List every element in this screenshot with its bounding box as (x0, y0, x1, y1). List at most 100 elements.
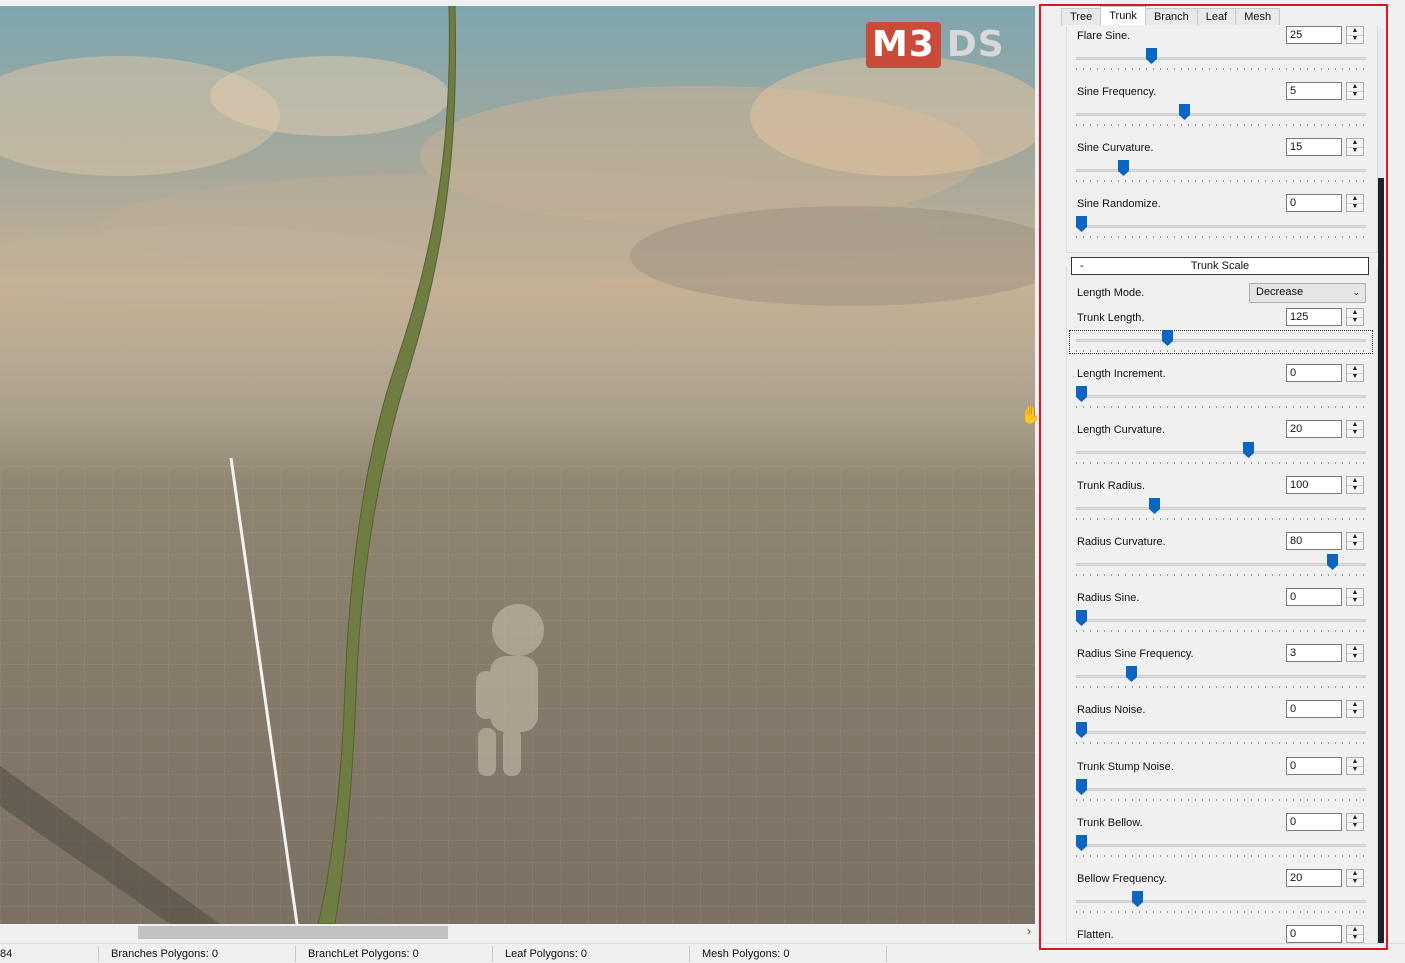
radius-sine-frequency-input[interactable]: 3 (1286, 644, 1342, 662)
length-curvature-input[interactable]: 20 (1286, 420, 1342, 438)
radius-sine-slider[interactable] (1076, 608, 1366, 636)
scroll-right-arrow-icon[interactable]: › (1027, 924, 1031, 938)
slider-track[interactable] (1076, 57, 1366, 60)
slider-thumb[interactable] (1076, 779, 1087, 795)
horizontal-scrollbar[interactable]: › (0, 924, 1035, 941)
tab-tree[interactable]: Tree (1061, 8, 1102, 25)
slider-thumb[interactable] (1162, 330, 1173, 346)
slider-thumb[interactable] (1076, 386, 1087, 402)
spin-down-icon[interactable]: ▼ (1347, 373, 1363, 381)
spin-down-icon[interactable]: ▼ (1347, 709, 1363, 717)
flatten-stepper[interactable]: ▲ ▼ (1346, 925, 1364, 943)
tab-leaf[interactable]: Leaf (1196, 8, 1237, 25)
slider-thumb[interactable] (1076, 722, 1087, 738)
trunk-radius-stepper[interactable]: ▲ ▼ (1346, 476, 1364, 494)
radius-noise-stepper[interactable]: ▲ ▼ (1346, 700, 1364, 718)
bellow-frequency-stepper[interactable]: ▲ ▼ (1346, 869, 1364, 887)
radius-sine-frequency-stepper[interactable]: ▲ ▼ (1346, 644, 1364, 662)
length-increment-slider[interactable] (1076, 384, 1366, 412)
radius-sine-frequency-slider[interactable] (1076, 664, 1366, 692)
spin-down-icon[interactable]: ▼ (1347, 934, 1363, 942)
slider-thumb[interactable] (1126, 666, 1137, 682)
sine-curvature-slider[interactable] (1076, 158, 1366, 186)
panel-scroll-thumb[interactable] (1378, 178, 1384, 948)
radius-noise-input[interactable]: 0 (1286, 700, 1342, 718)
slider-track[interactable] (1076, 339, 1366, 342)
slider-track[interactable] (1076, 788, 1366, 791)
slider-track[interactable] (1076, 619, 1366, 622)
sine-randomize-slider[interactable] (1076, 214, 1366, 242)
spin-down-icon[interactable]: ▼ (1347, 429, 1363, 437)
panel-scrollbar[interactable] (1378, 28, 1384, 948)
slider-track[interactable] (1076, 395, 1366, 398)
trunk-stump-noise-slider[interactable] (1076, 777, 1366, 805)
spin-down-icon[interactable]: ▼ (1347, 147, 1363, 155)
slider-thumb[interactable] (1146, 48, 1157, 64)
length-mode-select[interactable]: Decrease ⌄ (1249, 283, 1366, 303)
slider-track[interactable] (1076, 844, 1366, 847)
flare-sine-input[interactable]: 25 (1286, 26, 1342, 44)
trunk-bellow-stepper[interactable]: ▲ ▼ (1346, 813, 1364, 831)
spin-down-icon[interactable]: ▼ (1347, 653, 1363, 661)
trunk-radius-slider[interactable] (1076, 496, 1366, 524)
length-curvature-slider[interactable] (1076, 440, 1366, 468)
trunk-length-stepper[interactable]: ▲ ▼ (1346, 308, 1364, 326)
tab-branch[interactable]: Branch (1144, 8, 1198, 25)
spin-down-icon[interactable]: ▼ (1347, 878, 1363, 886)
slider-thumb[interactable] (1179, 104, 1190, 120)
slider-thumb[interactable] (1243, 442, 1254, 458)
flare-sine-stepper[interactable]: ▲ ▼ (1346, 26, 1364, 44)
slider-track[interactable] (1076, 731, 1366, 734)
spin-down-icon[interactable]: ▼ (1347, 766, 1363, 774)
radius-curvature-input[interactable]: 80 (1286, 532, 1342, 550)
sine-curvature-input[interactable]: 15 (1286, 138, 1342, 156)
spin-down-icon[interactable]: ▼ (1347, 203, 1363, 211)
slider-track[interactable] (1076, 507, 1366, 510)
spin-down-icon[interactable]: ▼ (1347, 317, 1363, 325)
sine-frequency-stepper[interactable]: ▲ ▼ (1346, 82, 1364, 100)
spin-down-icon[interactable]: ▼ (1347, 822, 1363, 830)
bellow-frequency-input[interactable]: 20 (1286, 869, 1342, 887)
slider-thumb[interactable] (1076, 216, 1087, 232)
radius-curvature-stepper[interactable]: ▲ ▼ (1346, 532, 1364, 550)
slider-track[interactable] (1076, 675, 1366, 678)
trunk-radius-input[interactable]: 100 (1286, 476, 1342, 494)
horizontal-scroll-thumb[interactable] (138, 926, 448, 939)
trunk-stump-noise-input[interactable]: 0 (1286, 757, 1342, 775)
spin-down-icon[interactable]: ▼ (1347, 485, 1363, 493)
tab-mesh[interactable]: Mesh (1235, 8, 1281, 25)
radius-sine-stepper[interactable]: ▲ ▼ (1346, 588, 1364, 606)
trunk-scale-header[interactable]: - Trunk Scale (1071, 257, 1369, 275)
bellow-frequency-slider[interactable] (1076, 889, 1366, 917)
trunk-length-slider[interactable] (1076, 328, 1366, 356)
sine-frequency-input[interactable]: 5 (1286, 82, 1342, 100)
slider-track[interactable] (1076, 451, 1366, 454)
slider-track[interactable] (1076, 113, 1366, 116)
slider-thumb[interactable] (1076, 610, 1087, 626)
spin-down-icon[interactable]: ▼ (1347, 541, 1363, 549)
sine-frequency-slider[interactable] (1076, 102, 1366, 130)
radius-curvature-slider[interactable] (1076, 552, 1366, 580)
slider-thumb[interactable] (1149, 498, 1160, 514)
slider-thumb[interactable] (1132, 891, 1143, 907)
radius-noise-slider[interactable] (1076, 720, 1366, 748)
spin-down-icon[interactable]: ▼ (1347, 35, 1363, 43)
trunk-bellow-slider[interactable] (1076, 833, 1366, 861)
tab-trunk[interactable]: Trunk (1100, 6, 1146, 25)
sine-randomize-stepper[interactable]: ▲ ▼ (1346, 194, 1364, 212)
slider-track[interactable] (1076, 563, 1366, 566)
sine-curvature-stepper[interactable]: ▲ ▼ (1346, 138, 1364, 156)
slider-thumb[interactable] (1118, 160, 1129, 176)
sine-randomize-input[interactable]: 0 (1286, 194, 1342, 212)
trunk-stump-noise-stepper[interactable]: ▲ ▼ (1346, 757, 1364, 775)
slider-track[interactable] (1076, 225, 1366, 228)
radius-sine-input[interactable]: 0 (1286, 588, 1342, 606)
flare-sine-slider[interactable] (1076, 46, 1366, 74)
length-curvature-stepper[interactable]: ▲ ▼ (1346, 420, 1364, 438)
spin-down-icon[interactable]: ▼ (1347, 91, 1363, 99)
slider-track[interactable] (1076, 900, 1366, 903)
trunk-bellow-input[interactable]: 0 (1286, 813, 1342, 831)
3d-viewport[interactable]: M3 DS (0, 6, 1035, 924)
slider-thumb[interactable] (1327, 554, 1338, 570)
spin-down-icon[interactable]: ▼ (1347, 597, 1363, 605)
